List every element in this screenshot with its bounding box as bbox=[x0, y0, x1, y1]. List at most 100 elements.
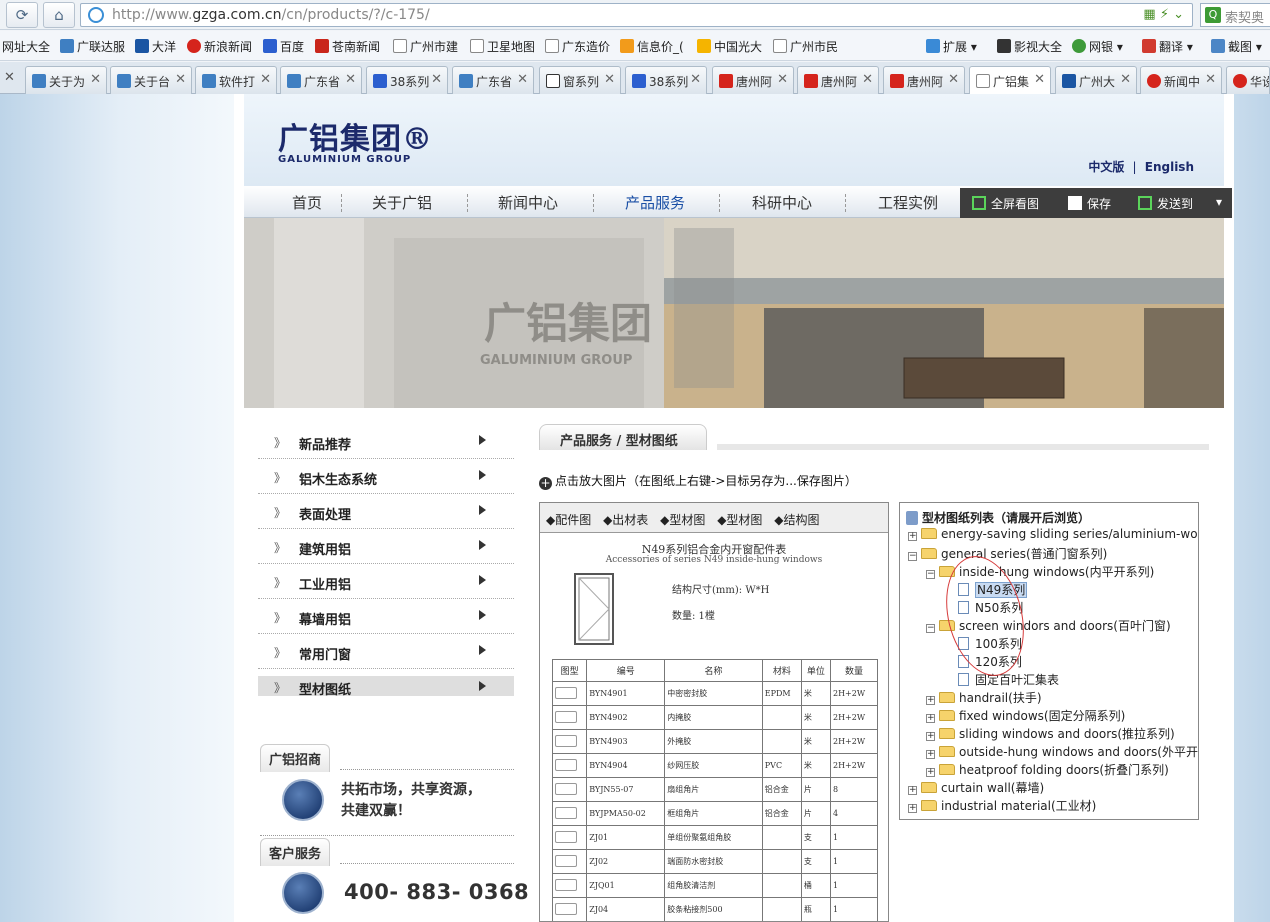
home-icon[interactable]: ⌂ bbox=[43, 2, 75, 28]
browser-tab[interactable]: 华设 bbox=[1226, 66, 1270, 94]
browser-tab[interactable]: 广东省 ✕ bbox=[452, 66, 534, 94]
fullscreen-button[interactable]: 全屏看图 bbox=[972, 195, 1039, 212]
tab-cutting-list[interactable]: ◆出材表 bbox=[603, 513, 648, 527]
extensions-button[interactable]: 扩展 ▾ bbox=[926, 38, 977, 55]
fav-item[interactable]: 大洋 bbox=[135, 38, 176, 55]
lang-cn-link[interactable]: 中文版 bbox=[1088, 160, 1124, 174]
tree-node-energy-saving[interactable]: + energy-saving sliding series/aluminium-… bbox=[908, 527, 1198, 541]
fav-item[interactable]: 广州市建 bbox=[393, 38, 458, 55]
expand-toggle-icon[interactable]: + bbox=[908, 786, 917, 795]
browser-tab[interactable]: 38系列 ✕ bbox=[366, 66, 448, 94]
site-logo[interactable]: 广铝集团® GALUMINIUM GROUP bbox=[278, 114, 433, 165]
collapse-toggle-icon[interactable]: − bbox=[908, 552, 917, 561]
nav-news[interactable]: 新闻中心 bbox=[465, 192, 591, 213]
address-tools-icon[interactable]: ▦ ⚡ ⌄ bbox=[1143, 7, 1184, 22]
part-thumbnail bbox=[551, 849, 588, 874]
tab-structure[interactable]: ◆结构图 bbox=[774, 513, 819, 527]
tab-profile-1[interactable]: ◆型材图 bbox=[660, 513, 705, 527]
expand-toggle-icon[interactable]: + bbox=[908, 804, 917, 813]
expand-toggle-icon[interactable]: + bbox=[926, 732, 935, 741]
nav-projects[interactable]: 工程实例 bbox=[845, 192, 971, 213]
nav-products[interactable]: 产品服务 bbox=[592, 192, 718, 213]
sidebar-item-alu-wood[interactable]: 》铝木生态系统 bbox=[258, 459, 514, 494]
browser-tab[interactable]: 新闻中 ✕ bbox=[1140, 66, 1222, 94]
tab-close-icon[interactable]: ✕ bbox=[431, 72, 442, 87]
video-button[interactable]: 影视大全 bbox=[997, 38, 1062, 55]
sidebar-item-curtain-wall[interactable]: 》幕墙用铝 bbox=[258, 599, 514, 634]
tree-node-sliding[interactable]: + sliding windows and doors(推拉系列) bbox=[926, 725, 1175, 742]
tab-accessories[interactable]: ◆配件图 bbox=[546, 513, 591, 527]
fav-item[interactable]: 广联达服 bbox=[60, 38, 125, 55]
close-icon[interactable]: ✕ bbox=[4, 70, 15, 85]
tab-close-icon[interactable]: ✕ bbox=[604, 72, 615, 87]
tab-close-icon[interactable]: ✕ bbox=[345, 72, 356, 87]
screenshot-button[interactable]: 截图 ▾ bbox=[1211, 38, 1262, 55]
browser-tab[interactable]: 窗系列 ✕ bbox=[539, 66, 621, 94]
lang-en-link[interactable]: English bbox=[1145, 160, 1194, 174]
tab-close-icon[interactable]: ✕ bbox=[1034, 72, 1045, 87]
browser-tab[interactable]: 关于台 ✕ bbox=[110, 66, 192, 94]
browser-tab[interactable]: 38系列 ✕ bbox=[625, 66, 707, 94]
browser-tab-active[interactable]: 广铝集 ✕ bbox=[969, 66, 1051, 96]
fav-item[interactable]: 信息价_( bbox=[620, 38, 684, 55]
fav-item[interactable]: 百度 bbox=[263, 38, 304, 55]
expand-toggle-icon[interactable]: + bbox=[908, 532, 917, 541]
address-bar[interactable]: http://www.gzga.com.cn/cn/products/?/c-1… bbox=[80, 3, 1193, 27]
collapse-toggle-icon[interactable]: − bbox=[926, 624, 935, 633]
tab-close-icon[interactable]: ✕ bbox=[948, 72, 959, 87]
search-engine-icon[interactable]: Q bbox=[1205, 7, 1221, 23]
tab-close-icon[interactable]: ✕ bbox=[260, 72, 271, 87]
expand-toggle-icon[interactable]: + bbox=[926, 768, 935, 777]
browser-tab[interactable]: 唐州阿 ✕ bbox=[797, 66, 879, 94]
tree-node-fixed-windows[interactable]: + fixed windows(固定分隔系列) bbox=[926, 707, 1125, 724]
sidebar-item-new-products[interactable]: 》新品推荐 bbox=[258, 424, 514, 459]
nav-about[interactable]: 关于广铝 bbox=[339, 192, 465, 213]
fav-item[interactable]: 广东造价 bbox=[545, 38, 610, 55]
expand-toggle-icon[interactable]: + bbox=[926, 714, 935, 723]
sidebar-item-surface[interactable]: 》表面处理 bbox=[258, 494, 514, 529]
send-button[interactable]: 发送到 bbox=[1138, 195, 1193, 212]
fav-item[interactable]: 中国光大 bbox=[697, 38, 762, 55]
expand-toggle-icon[interactable]: + bbox=[926, 750, 935, 759]
tab-close-icon[interactable]: ✕ bbox=[90, 72, 101, 87]
browser-tab[interactable]: 关于为 ✕ bbox=[25, 66, 107, 94]
sidebar-item-doors-windows[interactable]: 》常用门窗 bbox=[258, 634, 514, 669]
collapse-toggle-icon[interactable]: − bbox=[926, 570, 935, 579]
browser-tab[interactable]: 软件打 ✕ bbox=[195, 66, 277, 94]
fav-item[interactable]: 苍南新闻 bbox=[315, 38, 380, 55]
tree-node-handrail[interactable]: + handrail(扶手) bbox=[926, 689, 1042, 706]
sidebar-item-drawings[interactable]: 》型材图纸 bbox=[258, 676, 514, 698]
tree-node-industrial[interactable]: + industrial material(工业材) bbox=[908, 797, 1096, 814]
tree-node-curtain-wall[interactable]: + curtain wall(幕墙) bbox=[908, 779, 1044, 796]
bank-button[interactable]: 网银 ▾ bbox=[1072, 38, 1123, 55]
tab-close-icon[interactable]: ✕ bbox=[690, 72, 701, 87]
tab-close-icon[interactable]: ✕ bbox=[175, 72, 186, 87]
browser-search-box[interactable]: Q 索契奥 bbox=[1200, 3, 1270, 27]
tree-node-general[interactable]: − general series(普通门窗系列) bbox=[908, 545, 1107, 562]
tab-profile-2[interactable]: ◆型材图 bbox=[717, 513, 762, 527]
browser-tab[interactable]: 唐州阿 ✕ bbox=[712, 66, 794, 94]
fav-item[interactable]: 网址大全 bbox=[2, 38, 50, 55]
save-button[interactable]: 保存 bbox=[1068, 195, 1111, 212]
tab-close-icon[interactable]: ✕ bbox=[777, 72, 788, 87]
nav-research[interactable]: 科研中心 bbox=[719, 192, 845, 213]
browser-tab[interactable]: 广东省 ✕ bbox=[280, 66, 362, 94]
fav-item[interactable]: 新浪新闻 bbox=[187, 38, 252, 55]
browser-tab[interactable]: 广州大 ✕ bbox=[1055, 66, 1137, 94]
refresh-icon[interactable]: ⟳ bbox=[6, 2, 38, 28]
tree-node-outside-hung[interactable]: +outside-hung windows and doors(外平开系列) bbox=[926, 743, 1198, 760]
translate-button[interactable]: 翻译 ▾ bbox=[1142, 38, 1193, 55]
tree-node-folding[interactable]: + heatproof folding doors(折叠门系列) bbox=[926, 761, 1169, 778]
expand-toggle-icon[interactable]: + bbox=[926, 696, 935, 705]
tab-close-icon[interactable]: ✕ bbox=[517, 72, 528, 87]
sidebar-item-building-alu[interactable]: 》建筑用铝 bbox=[258, 529, 514, 564]
tab-close-icon[interactable]: ✕ bbox=[862, 72, 873, 87]
toolbar-dropdown-icon[interactable]: ▾ bbox=[1216, 195, 1222, 209]
sidebar-item-industrial-alu[interactable]: 》工业用铝 bbox=[258, 564, 514, 599]
tree-node-fixed-louver[interactable]: 固定百叶汇集表 bbox=[958, 671, 1059, 688]
fav-item[interactable]: 卫星地图 bbox=[470, 38, 535, 55]
tab-close-icon[interactable]: ✕ bbox=[1120, 72, 1131, 87]
browser-tab[interactable]: 唐州阿 ✕ bbox=[883, 66, 965, 94]
fav-item[interactable]: 广州市民 bbox=[773, 38, 838, 55]
tab-close-icon[interactable]: ✕ bbox=[1205, 72, 1216, 87]
